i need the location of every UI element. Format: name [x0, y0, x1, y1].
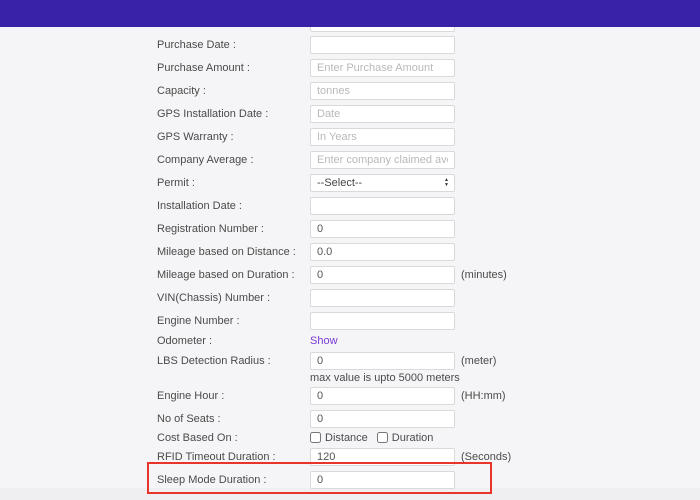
field-label: Permit : — [157, 176, 195, 189]
duration-checkbox[interactable] — [376, 432, 388, 443]
field-label: Mileage based on Distance : — [157, 245, 296, 258]
distance-checkbox-label: Distance — [325, 431, 368, 444]
purchase-date-input[interactable] — [310, 35, 455, 54]
field-label: GPS Installation Date : — [157, 107, 269, 120]
form-row-odometer: Odometer : Show — [157, 332, 577, 350]
field-label: Odometer : — [157, 335, 213, 347]
form-row-mileage-distance: Mileage based on Distance : — [157, 240, 577, 263]
form-row-installation-date: Installation Date : — [157, 194, 577, 217]
select-spinner-icon: ▲ ▼ — [444, 176, 449, 188]
lbs-max-value-note: max value is upto 5000 meters — [310, 372, 460, 384]
field-label: Sleep Mode Duration : — [157, 473, 267, 486]
unit-suffix: (minutes) — [461, 268, 507, 281]
permit-select[interactable]: --Select-- ▲ ▼ — [310, 173, 455, 192]
form-row-sleep-mode-duration: Sleep Mode Duration : — [157, 468, 577, 491]
form-row-registration-number: Registration Number : — [157, 217, 577, 240]
field-label: Purchase Amount : — [157, 61, 250, 74]
form-row-company-average: Company Average : — [157, 148, 577, 171]
duration-checkbox-label: Duration — [391, 431, 434, 444]
field-label: Purchase Date : — [157, 38, 236, 51]
company-average-input[interactable] — [310, 150, 455, 169]
form-row-no-of-seats: No of Seats : — [157, 407, 577, 430]
distance-checkbox[interactable] — [310, 432, 321, 443]
field-label: VIN(Chassis) Number : — [157, 291, 271, 304]
form-row-engine-number: Engine Number : — [157, 309, 577, 332]
field-label: GPS Warranty : — [157, 130, 234, 143]
field-label: LBS Detection Radius : — [157, 355, 271, 367]
permit-select-value: --Select-- — [317, 176, 363, 189]
installation-date-input[interactable] — [310, 196, 455, 215]
engine-hour-input[interactable] — [310, 386, 455, 405]
vehicle-edit-form: Purchase Date : Purchase Amount : Capaci… — [157, 33, 577, 491]
form-row-gps-installation-date: GPS Installation Date : — [157, 102, 577, 125]
form-row-lbs-radius: LBS Detection Radius : (meter) max value… — [157, 350, 577, 384]
unit-suffix: (Seconds) — [461, 450, 512, 463]
form-row-mileage-duration: Mileage based on Duration : (minutes) — [157, 263, 577, 286]
vin-number-input[interactable] — [310, 288, 455, 307]
top-nav-bar — [0, 0, 700, 27]
field-label: Engine Hour : — [157, 389, 225, 402]
form-row-engine-hour: Engine Hour : (HH:mm) — [157, 384, 577, 407]
field-label: Registration Number : — [157, 222, 264, 235]
mileage-duration-input[interactable] — [310, 265, 455, 284]
field-label: Company Average : — [157, 153, 254, 166]
form-row-cost-based-on: Cost Based On : Distance Duration — [157, 430, 577, 445]
form-row-capacity: Capacity : — [157, 79, 577, 102]
lbs-radius-input[interactable] — [310, 352, 455, 370]
gps-warranty-input[interactable] — [310, 127, 455, 146]
field-label: RFID Timeout Duration : — [157, 450, 276, 463]
purchase-amount-input[interactable] — [310, 58, 455, 77]
field-label: Mileage based on Duration : — [157, 268, 295, 281]
odometer-show-link[interactable]: Show — [310, 335, 338, 347]
field-label: Cost Based On : — [157, 431, 238, 444]
capacity-input[interactable] — [310, 81, 455, 100]
mileage-distance-input[interactable] — [310, 242, 455, 261]
engine-number-input[interactable] — [310, 311, 455, 330]
field-label: Capacity : — [157, 84, 206, 97]
unit-suffix: (meter) — [461, 355, 497, 367]
rfid-timeout-input[interactable] — [310, 447, 455, 466]
no-of-seats-input[interactable] — [310, 409, 455, 428]
field-label: Installation Date : — [157, 199, 242, 212]
unit-suffix: (HH:mm) — [461, 389, 506, 402]
form-row-vin-number: VIN(Chassis) Number : — [157, 286, 577, 309]
registration-number-input[interactable] — [310, 219, 455, 238]
field-label: No of Seats : — [157, 412, 221, 425]
page: Purchase Date : Purchase Amount : Capaci… — [0, 0, 700, 500]
form-row-permit: Permit : --Select-- ▲ ▼ — [157, 171, 577, 194]
form-row-purchase-date: Purchase Date : — [157, 33, 577, 56]
form-row-gps-warranty: GPS Warranty : — [157, 125, 577, 148]
form-row-purchase-amount: Purchase Amount : — [157, 56, 577, 79]
sleep-mode-duration-input[interactable] — [310, 470, 455, 489]
form-row-rfid-timeout: RFID Timeout Duration : (Seconds) — [157, 445, 577, 468]
field-label: Engine Number : — [157, 314, 240, 327]
gps-installation-date-input[interactable] — [310, 104, 455, 123]
